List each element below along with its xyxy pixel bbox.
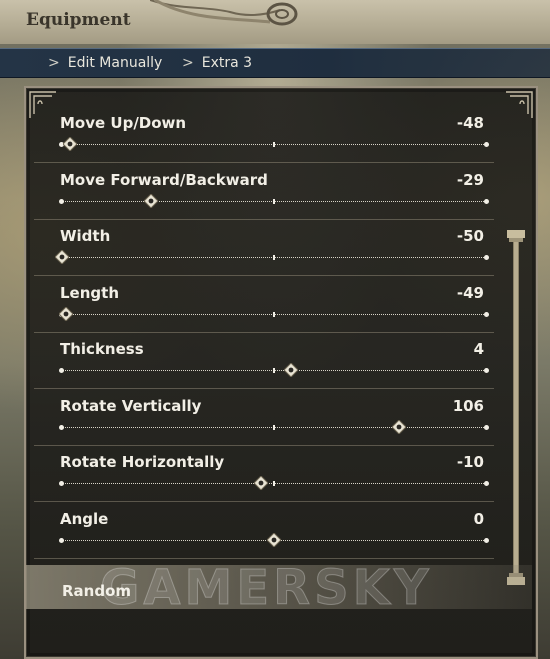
track-center-tick <box>273 311 275 317</box>
slider-value: -48 <box>456 114 484 132</box>
slider-value: -29 <box>456 170 484 189</box>
track-start-dot <box>59 481 64 486</box>
slider-thumb-icon[interactable] <box>55 250 69 264</box>
track-start-dot <box>59 368 64 373</box>
track-end-dot <box>484 198 489 204</box>
track-end-dot <box>484 368 489 373</box>
watermark: GAMERSKY <box>100 560 433 617</box>
track-center-tick <box>273 481 275 486</box>
slider-thumb-icon[interactable] <box>63 137 78 151</box>
breadcrumb: > Edit Manually > Extra 3 <box>0 48 550 78</box>
slider-row[interactable]: Length -49 <box>34 276 494 333</box>
track-start-dot <box>59 537 64 543</box>
slider-value: 0 <box>473 509 484 528</box>
slider-track[interactable] <box>59 532 489 547</box>
track-start-dot <box>59 424 64 430</box>
slider-track[interactable] <box>59 137 489 151</box>
slider-row[interactable]: Rotate Vertically 106 <box>34 389 494 446</box>
slider-label: Width <box>60 227 111 245</box>
track-center-tick <box>273 255 275 260</box>
track-end-dot <box>484 481 489 486</box>
slider-thumb-icon[interactable] <box>392 419 407 434</box>
slider-label: Rotate Vertically <box>60 396 202 415</box>
slider-value: 4 <box>473 340 484 358</box>
slider-track[interactable] <box>59 306 489 321</box>
slider-label: Move Forward/Backward <box>60 170 268 189</box>
track-start-dot <box>59 198 64 204</box>
scrollbar[interactable] <box>504 230 528 585</box>
track-end-dot <box>484 424 489 430</box>
slider-track[interactable] <box>59 476 489 490</box>
slider-label: Angle <box>60 509 109 528</box>
slider-row[interactable]: Rotate Horizontally -10 <box>34 445 494 502</box>
breadcrumb-item-edit-manually[interactable]: > Edit Manually <box>48 55 162 71</box>
slider-row[interactable]: Thickness 4 <box>34 332 494 389</box>
track-center-tick <box>273 368 275 373</box>
slider-label: Thickness <box>60 340 144 358</box>
corner-ornament-icon <box>506 91 533 118</box>
scroll-ornament-icon <box>150 0 298 26</box>
track-end-dot <box>484 537 489 543</box>
page-title: Equipment <box>26 10 131 30</box>
slider-row[interactable]: Move Up/Down -48 <box>34 106 494 163</box>
header-bar: Equipment <box>0 0 550 44</box>
slider-label: Rotate Horizontally <box>60 453 225 471</box>
slider-track[interactable] <box>59 363 489 377</box>
slider-thumb-icon[interactable] <box>254 476 269 490</box>
slider-track[interactable] <box>59 193 489 208</box>
breadcrumb-item-extra-3[interactable]: > Extra 3 <box>182 55 252 71</box>
slider-thumb-icon[interactable] <box>267 532 281 547</box>
slider-value: -50 <box>456 227 484 245</box>
slider-value: -49 <box>456 283 484 302</box>
slider-thumb-icon[interactable] <box>283 363 298 377</box>
track-center-tick <box>273 198 275 204</box>
slider-thumb-icon[interactable] <box>59 306 74 321</box>
slider-value: 106 <box>452 396 484 415</box>
slider-label: Move Up/Down <box>60 114 187 132</box>
track-end-dot <box>484 311 489 317</box>
slider-track[interactable] <box>59 419 489 434</box>
track-center-tick <box>273 424 275 430</box>
slider-row[interactable]: Angle 0 <box>34 502 494 559</box>
track-center-tick <box>273 142 275 147</box>
slider-track[interactable] <box>55 250 489 264</box>
track-end-dot <box>484 255 489 260</box>
slider-row[interactable]: Width -50 <box>34 219 494 276</box>
track-end-dot <box>484 142 489 147</box>
slider-thumb-icon[interactable] <box>144 193 159 208</box>
slider-row[interactable]: Move Forward/Backward -29 <box>34 163 494 220</box>
slider-value: -10 <box>456 453 484 471</box>
slider-label: Length <box>60 283 119 302</box>
